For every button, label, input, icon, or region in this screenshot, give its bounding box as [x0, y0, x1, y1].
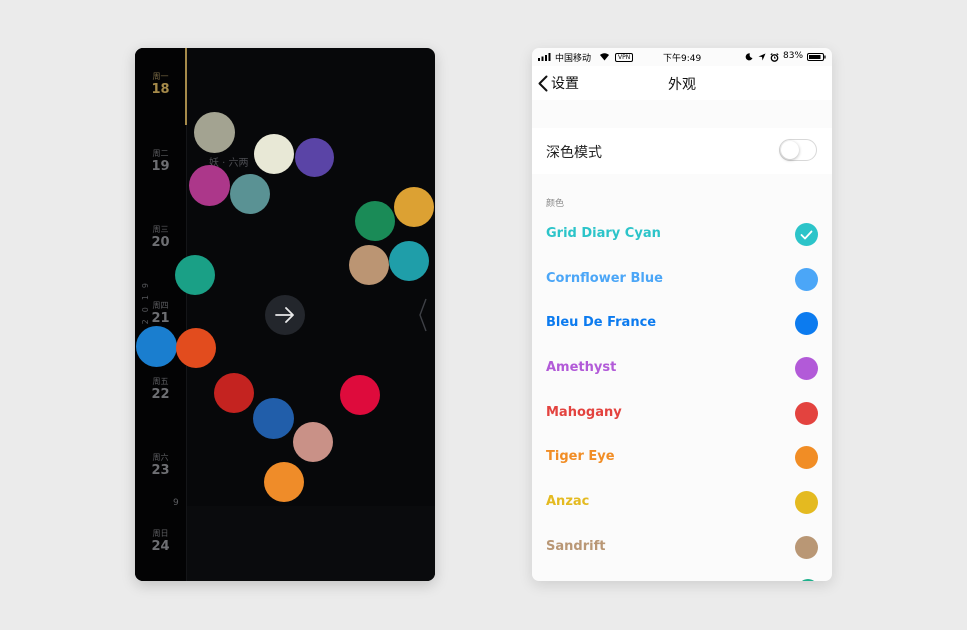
dark-mode-toggle[interactable]: [779, 139, 817, 161]
day-thu[interactable]: 周四 21: [135, 301, 186, 326]
location-icon: [758, 53, 766, 61]
moon-icon: [745, 53, 753, 61]
color-option-cornflower-blue[interactable]: Cornflower Blue: [532, 258, 832, 303]
color-dot: [189, 165, 230, 206]
color-option-grid-diary-cyan[interactable]: Grid Diary Cyan: [532, 213, 832, 258]
color-dot: [394, 187, 434, 227]
battery-percent: 83%: [783, 51, 804, 61]
color-dot: [264, 462, 304, 502]
color-swatch[interactable]: [795, 446, 818, 470]
color-swatch[interactable]: [795, 357, 818, 381]
date-number: 20: [151, 235, 170, 250]
color-dot: [295, 138, 334, 177]
color-swatch-partial[interactable]: [798, 579, 818, 581]
dark-mode-row: 深色模式: [532, 128, 832, 174]
date-number: 22: [151, 387, 170, 402]
chevron-left-icon[interactable]: [418, 298, 428, 332]
color-dot: [340, 375, 380, 415]
color-dot: [230, 174, 270, 214]
color-swatch[interactable]: [795, 312, 818, 336]
carrier-name: 中国移动: [555, 54, 592, 64]
color-swatch[interactable]: [795, 223, 818, 246]
color-dot: [253, 398, 294, 439]
arrow-right-icon: [275, 307, 294, 323]
weekday-label: 周二: [152, 149, 169, 158]
color-name: Sandrift: [546, 538, 606, 554]
status-bar: 中国移动 VPN 下午9:49 83%: [532, 48, 832, 66]
color-name: Amethyst: [546, 360, 617, 376]
navigation-bar: 设置 外观: [532, 66, 832, 100]
date-number: 24: [151, 539, 170, 554]
toggle-knob: [781, 141, 799, 159]
color-swatch[interactable]: [795, 401, 818, 425]
color-dot: [254, 134, 294, 174]
day-sun[interactable]: 周日 24: [135, 529, 186, 554]
color-dot: [389, 241, 429, 281]
date-number: 19: [151, 159, 170, 174]
day-tue[interactable]: 周二 19: [135, 149, 186, 174]
color-option-sandrift[interactable]: Sandrift: [532, 526, 832, 571]
day-mon[interactable]: 周一 18: [135, 72, 186, 97]
color-name: Grid Diary Cyan: [546, 226, 661, 241]
color-dot: [355, 201, 395, 241]
hour-label: 9: [173, 498, 179, 508]
date-number: 21: [151, 311, 170, 326]
color-dot: [136, 326, 177, 367]
color-option-tiger-eye[interactable]: Tiger Eye: [532, 436, 832, 481]
day-column-divider: [186, 48, 187, 581]
color-option-mahogany[interactable]: Mahogany: [532, 392, 832, 437]
status-time: 下午9:49: [663, 54, 702, 64]
bottom-band: [187, 506, 435, 581]
color-option-bleu-de-france[interactable]: Bleu De France: [532, 302, 832, 347]
weekday-label: 周一: [152, 72, 169, 81]
day-wed[interactable]: 周三 20: [135, 225, 186, 250]
color-dot: [349, 245, 389, 285]
weekday-label: 周三: [152, 225, 169, 234]
color-name: Tiger Eye: [546, 449, 615, 465]
color-section-label: 颜色: [546, 199, 565, 209]
next-button[interactable]: [265, 295, 305, 335]
weekday-label: 周五: [152, 377, 169, 386]
weekday-label: 周日: [152, 529, 169, 538]
wifi-icon: [600, 53, 609, 61]
color-option-amethyst[interactable]: Amethyst: [532, 347, 832, 392]
color-swatch[interactable]: [795, 491, 818, 515]
vpn-badge: VPN: [615, 53, 634, 62]
weekday-label: 周六: [152, 453, 169, 462]
color-list: Grid Diary Cyan Cornflower Blue Bleu De …: [532, 213, 832, 571]
color-name: Mahogany: [546, 404, 622, 420]
color-dot: [176, 328, 216, 368]
page-title: 外观: [668, 77, 696, 93]
battery-icon: [807, 53, 826, 61]
dark-mode-label: 深色模式: [546, 145, 602, 161]
signal-icon: [538, 53, 551, 61]
weekday-label: 周四: [152, 301, 169, 310]
date-number: 23: [151, 463, 170, 478]
color-dot: [194, 112, 235, 153]
day-sat[interactable]: 周六 23: [135, 453, 186, 478]
checkmark-icon: [800, 230, 813, 239]
alarm-icon: [770, 53, 779, 62]
color-dot: [293, 422, 333, 462]
color-swatch[interactable]: [795, 535, 818, 559]
color-dot: [175, 255, 215, 295]
dark-calendar-screen: 2019 9 妖 · 六两 周一 18 周二 19 周三 20 周四 21 周五…: [135, 48, 435, 581]
color-dot: [214, 373, 254, 413]
color-name: Cornflower Blue: [546, 270, 663, 286]
color-name: Bleu De France: [546, 315, 657, 331]
color-name: Anzac: [546, 494, 590, 510]
day-fri[interactable]: 周五 22: [135, 377, 186, 402]
color-option-anzac[interactable]: Anzac: [532, 481, 832, 526]
appearance-settings-screen: 中国移动 VPN 下午9:49 83% 设置 外观 深色模式 颜色 Grid D…: [532, 48, 832, 581]
date-number: 18: [151, 82, 170, 97]
color-swatch[interactable]: [795, 267, 818, 291]
